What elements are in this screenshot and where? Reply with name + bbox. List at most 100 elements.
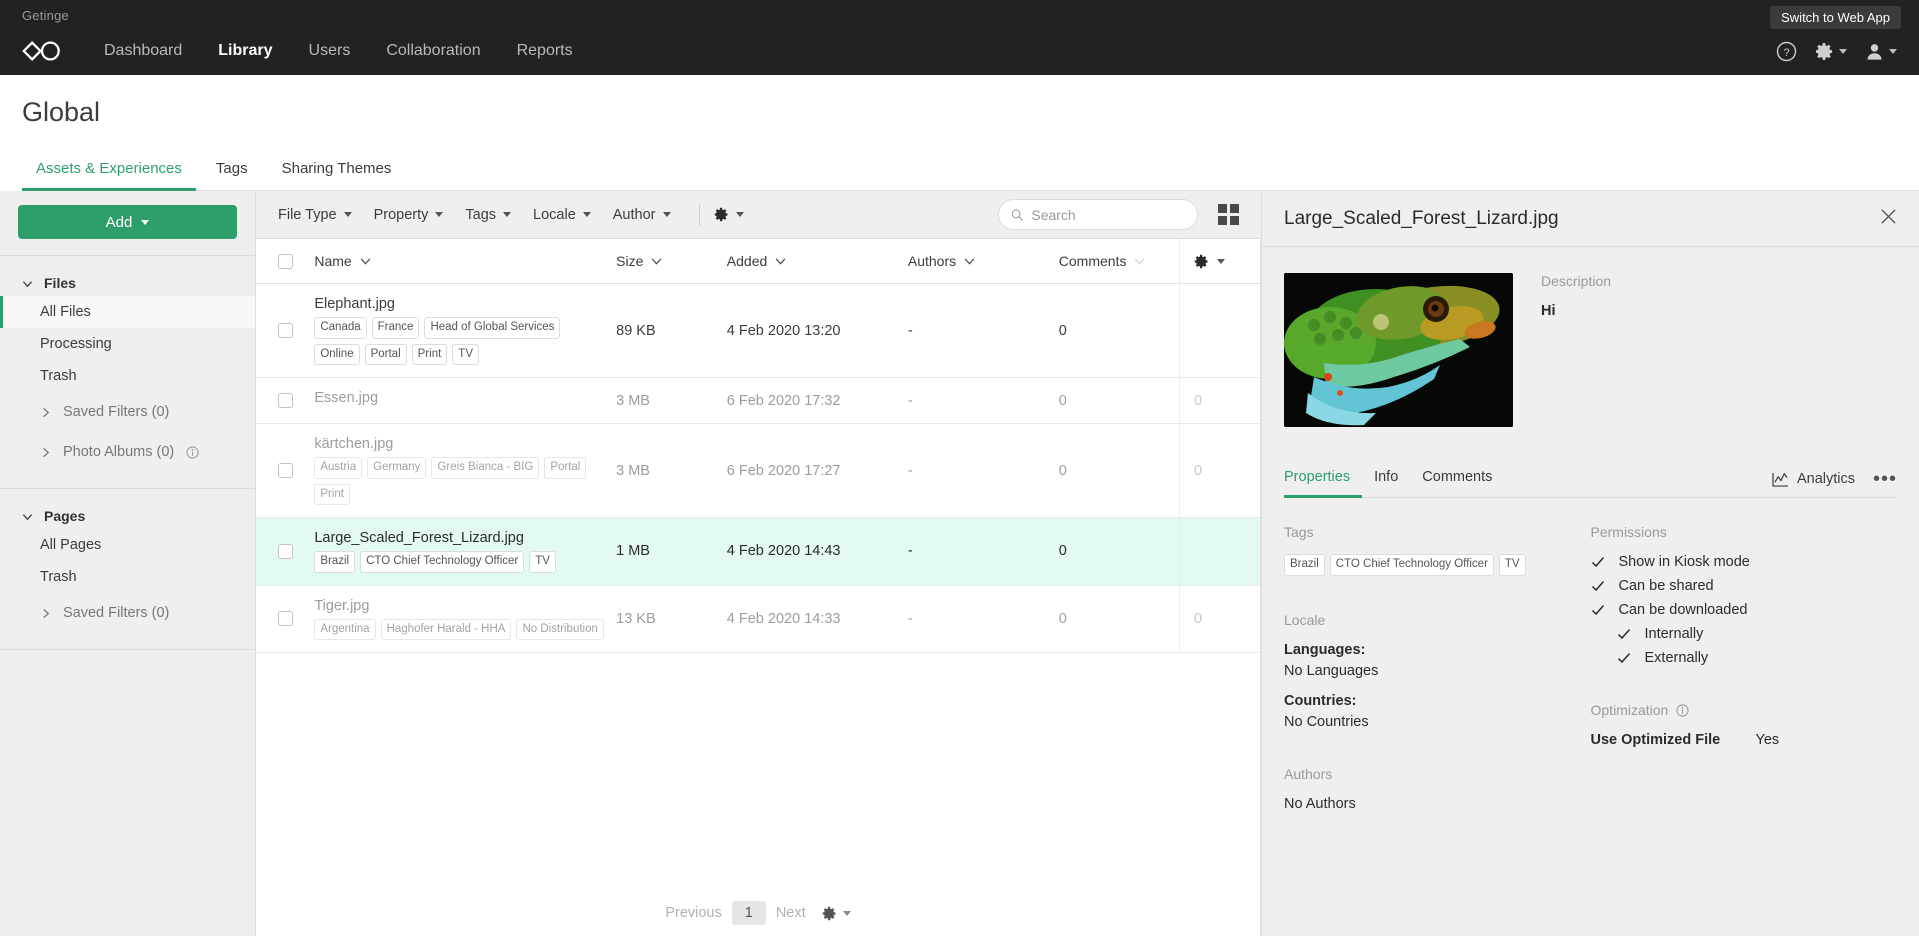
detail-tab-info[interactable]: Info: [1362, 461, 1410, 498]
filter-author[interactable]: Author: [613, 207, 685, 223]
column-header-size[interactable]: Size: [616, 239, 727, 284]
asset-tag[interactable]: Portal: [544, 457, 587, 479]
sidebar-sub-saved-filters-0[interactable]: Saved Filters (0): [0, 593, 255, 633]
close-icon[interactable]: [1880, 208, 1897, 230]
asset-filename[interactable]: Elephant.jpg: [314, 296, 616, 312]
nav-link-dashboard[interactable]: Dashboard: [86, 27, 200, 75]
table-row[interactable]: Large_Scaled_Forest_Lizard.jpg Brazil CTO…: [256, 517, 1260, 586]
more-options-icon[interactable]: •••: [1873, 469, 1897, 489]
previous-page-button[interactable]: Previous: [665, 905, 721, 921]
chevron-down-icon[interactable]: [435, 212, 444, 217]
sidebar-item-trash[interactable]: Trash: [0, 561, 255, 593]
chevron-down-icon[interactable]: [662, 212, 671, 217]
nav-link-reports[interactable]: Reports: [499, 27, 591, 75]
sidebar-item-processing[interactable]: Processing: [0, 328, 255, 360]
column-header-comments[interactable]: Comments: [1058, 239, 1180, 284]
tab-assets-experiences[interactable]: Assets & Experiences: [22, 150, 196, 191]
asset-filename[interactable]: Essen.jpg: [314, 390, 616, 406]
tab-tags[interactable]: Tags: [202, 150, 262, 191]
asset-tag[interactable]: Greis Bianca - BIG: [431, 457, 540, 479]
chevron-down-icon[interactable]: [1889, 48, 1897, 54]
select-all-checkbox[interactable]: [278, 253, 293, 269]
filter-file-type[interactable]: File Type: [278, 207, 366, 223]
row-checkbox[interactable]: [278, 463, 293, 479]
column-header-added[interactable]: Added: [726, 239, 908, 284]
grid-view-toggle[interactable]: [1218, 204, 1239, 225]
permission-row[interactable]: Can be downloaded: [1591, 602, 1898, 618]
asset-tag[interactable]: Argentina: [314, 618, 376, 641]
sidebar-item-trash[interactable]: Trash: [0, 360, 255, 392]
search-input[interactable]: [1031, 206, 1185, 223]
asset-tag[interactable]: Print: [411, 343, 448, 366]
analytics-button[interactable]: Analytics: [1772, 471, 1855, 487]
sidebar-group-header-pages[interactable]: Pages: [0, 503, 255, 529]
detail-tag[interactable]: Brazil: [1284, 554, 1325, 576]
toolbar-settings-dropdown[interactable]: [714, 207, 758, 222]
asset-tag[interactable]: Head of Global Services: [424, 317, 561, 339]
row-checkbox[interactable]: [278, 393, 293, 409]
chevron-down-icon[interactable]: [1216, 258, 1225, 264]
tab-sharing-themes[interactable]: Sharing Themes: [268, 150, 406, 191]
sidebar-item-all-files[interactable]: All Files: [0, 296, 255, 328]
asset-tag[interactable]: Brazil: [314, 551, 356, 573]
asset-tag[interactable]: CTO Chief Technology Officer: [360, 551, 525, 573]
permission-row[interactable]: Externally: [1591, 650, 1898, 666]
chevron-down-icon[interactable]: [1839, 48, 1847, 54]
detail-tag[interactable]: CTO Chief Technology Officer: [1329, 554, 1494, 576]
chevron-down-icon[interactable]: [842, 910, 851, 916]
column-header-settings[interactable]: [1178, 239, 1260, 284]
asset-tag[interactable]: France: [371, 317, 420, 339]
info-icon[interactable]: [1676, 703, 1689, 717]
detail-tab-properties[interactable]: Properties: [1284, 461, 1363, 498]
sidebar-item-all-pages[interactable]: All Pages: [0, 529, 255, 561]
permission-row[interactable]: Can be shared: [1591, 578, 1898, 594]
asset-filename[interactable]: Tiger.jpg: [314, 598, 616, 614]
asset-filename[interactable]: kärtchen.jpg: [314, 436, 616, 452]
asset-tag[interactable]: Germany: [367, 457, 427, 479]
asset-tag[interactable]: TV: [452, 343, 479, 366]
detail-tag[interactable]: TV: [1498, 554, 1526, 576]
pagination-settings-dropdown[interactable]: [822, 906, 851, 921]
asset-tag[interactable]: TV: [529, 551, 556, 573]
asset-thumbnail[interactable]: [1284, 273, 1513, 427]
nav-link-library[interactable]: Library: [200, 27, 290, 75]
search-box[interactable]: [998, 199, 1198, 230]
asset-tag[interactable]: Print: [314, 483, 350, 506]
app-logo-icon[interactable]: [20, 36, 64, 66]
asset-tag[interactable]: Online: [314, 343, 360, 366]
asset-tag[interactable]: Portal: [364, 343, 407, 366]
row-checkbox[interactable]: [278, 323, 293, 339]
table-row[interactable]: kärtchen.jpg Austria Germany Greis Bianca …: [256, 423, 1260, 519]
filter-locale[interactable]: Locale: [533, 207, 605, 223]
asset-filename[interactable]: Large_Scaled_Forest_Lizard.jpg: [314, 530, 616, 546]
table-row[interactable]: Tiger.jpg Argentina Haghofer Harald - HHA…: [256, 585, 1260, 654]
column-header-authors[interactable]: Authors: [907, 239, 1059, 284]
sidebar-sub-saved-filters-0[interactable]: Saved Filters (0): [0, 392, 255, 432]
filter-property[interactable]: Property: [374, 207, 458, 223]
chevron-down-icon[interactable]: [343, 212, 352, 217]
sidebar-sub-photo-albums-0[interactable]: Photo Albums (0): [0, 432, 255, 472]
help-icon[interactable]: ?: [1776, 41, 1797, 62]
chevron-down-icon[interactable]: [735, 212, 744, 217]
next-page-button[interactable]: Next: [776, 905, 806, 921]
switch-to-web-app-button[interactable]: Switch to Web App: [1770, 6, 1901, 29]
table-row[interactable]: Elephant.jpg Canada France Head of Global …: [256, 283, 1260, 379]
user-avatar-icon[interactable]: [1865, 42, 1897, 61]
row-checkbox[interactable]: [278, 543, 293, 559]
nav-link-collaboration[interactable]: Collaboration: [368, 27, 498, 75]
column-header-name[interactable]: Name: [314, 239, 617, 284]
asset-tag[interactable]: Canada: [314, 317, 367, 339]
row-checkbox[interactable]: [278, 611, 293, 627]
permission-row[interactable]: Internally: [1591, 626, 1898, 642]
permission-row[interactable]: Show in Kiosk mode: [1591, 554, 1898, 570]
chevron-down-icon[interactable]: [503, 212, 512, 217]
asset-tag[interactable]: No Distribution: [516, 618, 604, 641]
asset-tag[interactable]: Haghofer Harald - HHA: [380, 618, 512, 641]
settings-gear-icon[interactable]: [1815, 42, 1847, 61]
add-button[interactable]: Add: [18, 205, 237, 239]
detail-tab-comments[interactable]: Comments: [1410, 461, 1504, 498]
info-icon[interactable]: [186, 445, 199, 459]
chevron-down-icon[interactable]: [582, 212, 591, 217]
nav-link-users[interactable]: Users: [291, 27, 369, 75]
asset-tag[interactable]: Austria: [314, 457, 363, 479]
